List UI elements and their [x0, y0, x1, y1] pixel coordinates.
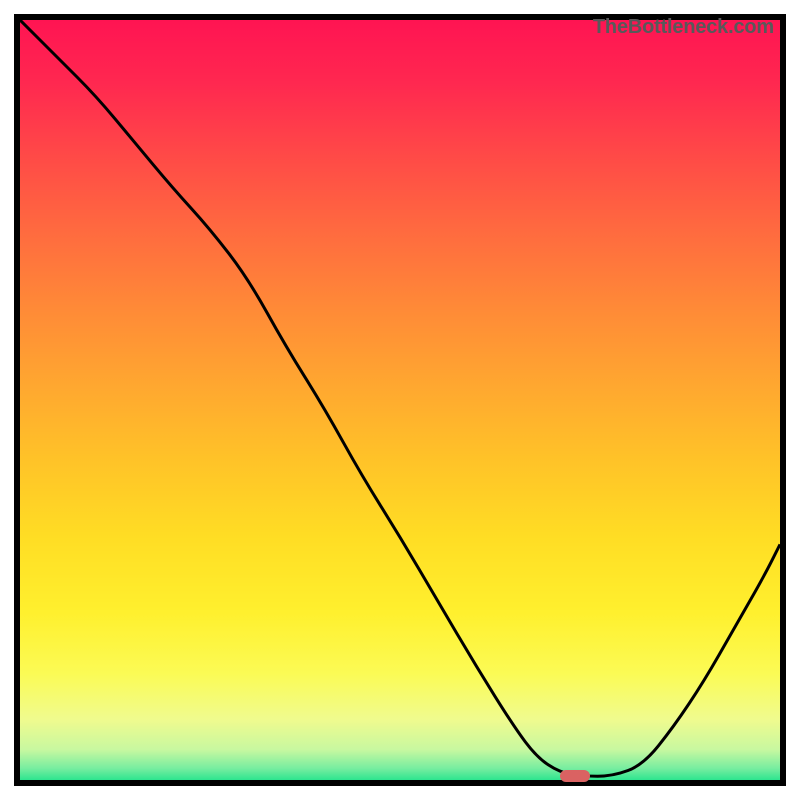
watermark-label: TheBottleneck.com	[593, 16, 774, 39]
optimal-range-marker	[560, 770, 590, 782]
chart-frame: TheBottleneck.com	[14, 14, 786, 786]
bottleneck-curve	[20, 20, 780, 780]
